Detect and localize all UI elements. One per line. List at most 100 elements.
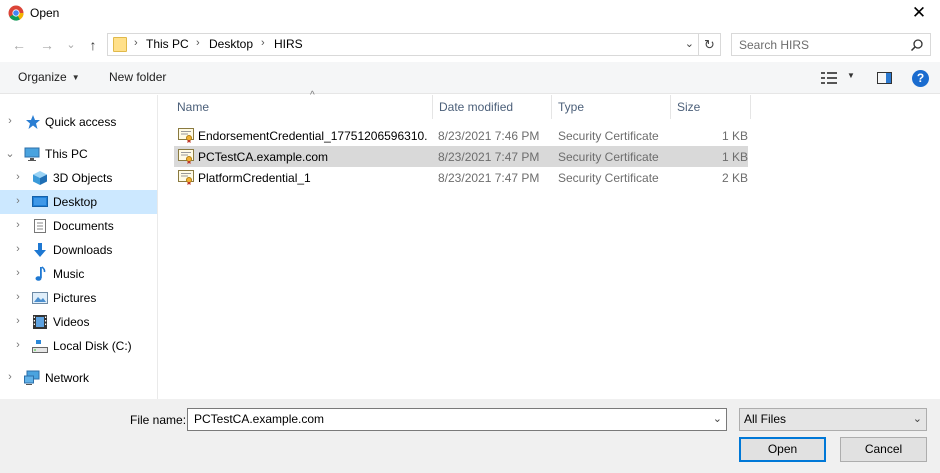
music-icon [35,266,46,281]
address-row: ← → ⌄ ↑ › This PC › Desktop › HIRS ⌄ ↻ S… [0,28,940,62]
caret-down-icon: ▼ [71,73,80,82]
organize-label: Organize [18,70,67,84]
address-dropdown-icon[interactable]: ⌄ [685,37,694,50]
up-arrow-icon: ↑ [89,37,97,53]
sidebar-item-documents[interactable]: › Documents [0,214,157,238]
sidebar-item-label: Downloads [53,243,113,257]
file-date: 8/23/2021 7:47 PM [438,171,540,185]
expand-chevron-icon[interactable]: › [13,291,23,303]
new-folder-button[interactable]: New folder [109,70,166,84]
sidebar-item-desktop[interactable]: › Desktop [0,190,157,214]
close-button[interactable]: ✕ [908,2,930,24]
download-icon [34,243,46,257]
certificate-icon [178,128,194,143]
desktop-icon [32,196,48,207]
window-title: Open [30,6,60,20]
chevron-down-icon: ⌄ [912,413,922,425]
expand-chevron-icon[interactable]: › [13,339,23,351]
sidebar-item-label: Pictures [53,291,97,305]
refresh-button[interactable]: ↻ [698,34,720,55]
view-details-icon[interactable] [821,72,837,84]
chevron-down-icon[interactable]: ⌄ [713,412,722,425]
breadcrumb-desktop[interactable]: Desktop [209,37,253,51]
help-icon[interactable]: ? [912,70,929,87]
sidebar-item-label: Desktop [53,195,98,209]
table-row[interactable]: PCTestCA.example.com 8/23/2021 7:47 PM S… [174,146,748,167]
file-type: Security Certificate [558,129,659,143]
document-icon [34,219,46,233]
organize-button[interactable]: Organize ▼ [18,70,80,84]
column-header-name[interactable]: Name ^ [171,90,433,119]
file-type-filter-select[interactable]: All Files ⌄ [739,408,927,431]
file-name: PlatformCredential_1 [198,171,311,185]
file-name-input[interactable]: PCTestCA.example.com ⌄ [187,408,727,431]
open-button[interactable]: Open [739,437,826,462]
sidebar-item-3d-objects[interactable]: › 3D Objects [0,166,157,190]
file-list: Name ^ Date modified Type Size Endorseme… [159,90,940,399]
breadcrumb-this-pc[interactable]: This PC [146,37,189,51]
sidebar-item-label: 3D Objects [53,171,113,185]
file-date: 8/23/2021 7:46 PM [438,129,540,143]
view-menu-caret-icon[interactable]: ▼ [847,71,855,80]
sidebar-item-videos[interactable]: › Videos [0,310,157,334]
sidebar-item-label: Quick access [45,115,117,129]
cube-icon [33,171,47,185]
column-header-label: Date modified [439,100,514,114]
breadcrumb-hirs[interactable]: HIRS [274,37,303,51]
column-header-label: Name [177,100,210,114]
preview-pane-icon[interactable] [877,72,892,84]
table-row[interactable]: EndorsementCredential_17751206596310... … [174,125,748,146]
column-header-type[interactable]: Type [552,95,671,119]
sidebar-item-network[interactable]: › Network [0,366,157,390]
file-name: PCTestCA.example.com [198,150,329,164]
expand-chevron-icon[interactable]: › [5,371,15,383]
file-size: 2 KB [722,171,749,185]
expand-chevron-icon[interactable]: › [13,171,23,183]
command-bar: Organize ▼ New folder ▼ ? [0,62,940,94]
file-date: 8/23/2021 7:47 PM [438,150,540,164]
forward-button[interactable]: → [38,36,56,54]
navigation-pane: › Quick access ⌄ This PC › 3D Objects › … [0,95,158,399]
expand-chevron-icon[interactable]: › [13,195,23,207]
sidebar-item-downloads[interactable]: › Downloads [0,238,157,262]
expand-chevron-icon[interactable]: › [13,219,23,231]
column-header-size[interactable]: Size [671,95,751,119]
sidebar-item-this-pc[interactable]: ⌄ This PC [0,142,157,166]
sidebar-item-music[interactable]: › Music [0,262,157,286]
network-icon [24,370,40,385]
expand-chevron-icon[interactable]: › [13,315,23,327]
title-bar: Open ✕ [0,0,940,28]
search-input[interactable]: Search HIRS [731,33,931,56]
column-header-date-modified[interactable]: Date modified [433,95,552,119]
expand-chevron-icon[interactable]: › [13,267,23,279]
certificate-icon [178,149,194,164]
collapse-chevron-icon[interactable]: ⌄ [5,147,15,160]
address-bar[interactable]: › This PC › Desktop › HIRS ⌄ ↻ [107,33,721,56]
table-row[interactable]: PlatformCredential_1 8/23/2021 7:47 PM S… [174,167,748,188]
file-type-filter-value: All Files [744,412,787,426]
breadcrumb-separator: › [134,37,138,49]
dialog-footer: File name: PCTestCA.example.com ⌄ All Fi… [0,399,940,473]
recent-locations-button[interactable]: ⌄ [62,36,80,54]
search-placeholder: Search HIRS [739,38,810,52]
sidebar-item-label: This PC [45,147,88,161]
chevron-down-icon: ⌄ [66,39,76,51]
column-header-label: Size [677,100,701,114]
expand-chevron-icon[interactable]: › [13,243,23,255]
back-button[interactable]: ← [10,36,28,54]
sidebar-item-pictures[interactable]: › Pictures [0,286,157,310]
forward-arrow-icon: → [40,37,54,53]
cancel-button[interactable]: Cancel [840,437,927,462]
expand-chevron-icon[interactable]: › [5,115,15,127]
sidebar-item-quick-access[interactable]: › Quick access [0,110,157,134]
breadcrumb-separator: › [196,37,200,49]
column-header-label: Type [558,100,585,114]
file-name-value: PCTestCA.example.com [194,412,325,426]
sidebar-item-local-disk[interactable]: › Local Disk (C:) [0,334,157,358]
file-size: 1 KB [722,129,749,143]
file-name-label: File name: [130,413,187,427]
up-button[interactable]: ↑ [84,36,102,54]
sort-ascending-icon: ^ [310,90,315,101]
video-icon [33,315,47,329]
sidebar-item-label: Local Disk (C:) [53,339,132,353]
